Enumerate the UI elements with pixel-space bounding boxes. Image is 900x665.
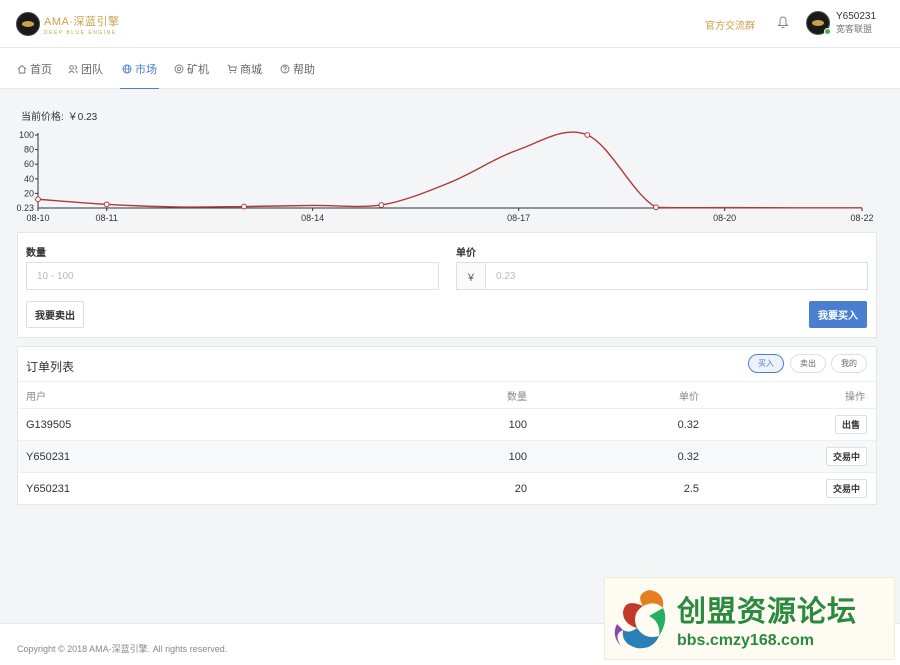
y-tick-label: 100 [19, 130, 34, 140]
unit-price-placeholder: 0.23 [496, 270, 516, 282]
globe-icon [122, 64, 132, 73]
currency-prefix: ￥ [456, 262, 486, 290]
brand-title: AMA·深蓝引擎 [44, 15, 120, 28]
data-point[interactable] [378, 202, 385, 208]
user-menu[interactable]: Y650231 宽客联盟 [806, 11, 876, 35]
brand-subtitle: DEEP BLUE ENGINE [44, 29, 117, 36]
bell-icon[interactable] [777, 16, 789, 29]
main-nav: 首页 团队 市场 矿机 商城 帮助 [0, 48, 900, 89]
order-list-title: 订单列表 [26, 360, 75, 374]
buy-button[interactable]: 我要买入 [809, 301, 867, 328]
order-list-panel: 订单列表 买入 卖出 我的 用户 数量 单价 操作 G139505 100 0.… [17, 346, 877, 505]
nav-item-help[interactable]: 帮助 [280, 48, 315, 89]
nav-label-miner: 矿机 [187, 63, 209, 76]
row-action-button[interactable]: 交易中 [825, 479, 867, 498]
x-tick-label: 08-10 [26, 213, 49, 223]
row-user: Y650231 [26, 483, 71, 495]
y-min-label: 0.23 [16, 203, 34, 213]
price-chart: 100 80 60 40 20 0.2308-10 08-11 08-14 08-17 08-20… [16, 130, 873, 223]
column-action: 操作 [845, 391, 865, 403]
unit-price-input[interactable]: 0.23 [485, 262, 868, 290]
nav-label-market: 市场 [135, 63, 157, 76]
trade-panel: 数量 10 - 100 单价 ￥ 0.23 我要卖出 我要买入 [17, 232, 877, 338]
filter-buy-tab[interactable]: 买入 [748, 354, 784, 373]
x-tick-label: 08-11 [95, 213, 117, 223]
forum-watermark: 创盟资源论坛 bbs.cmzy168.com [604, 577, 895, 660]
brand-logo[interactable]: AMA·深蓝引擎 DEEP BLUE ENGINE [16, 10, 120, 38]
row-action-button[interactable]: 交易中 [825, 447, 867, 466]
y-tick-label: 60 [24, 159, 34, 169]
price-series-line [37, 131, 863, 209]
row-user: G139505 [26, 418, 72, 431]
quantity-label: 数量 [26, 248, 46, 259]
top-bar: AMA·深蓝引擎 DEEP BLUE ENGINE 官方交流群 Y650231 … [0, 0, 900, 48]
nav-item-team[interactable]: 团队 [68, 48, 103, 89]
watermark-url: bbs.cmzy168.com [677, 631, 814, 649]
filter-mine-tab[interactable]: 我的 [831, 354, 867, 373]
nav-label-team: 团队 [81, 63, 103, 76]
y-tick-label: 40 [24, 174, 34, 184]
nav-label-help: 帮助 [293, 63, 315, 76]
row-unit-price: 0.32 [677, 450, 699, 463]
data-point[interactable] [241, 203, 247, 210]
data-point[interactable] [35, 196, 41, 203]
y-tick-label: 20 [24, 188, 34, 198]
quantity-input[interactable]: 10 - 100 [26, 262, 439, 290]
current-price-value: ￥0.23 [67, 112, 98, 123]
help-icon [280, 64, 290, 73]
eagle-emblem-icon [16, 12, 40, 36]
online-status-icon [824, 28, 831, 35]
row-action-button[interactable]: 出售 [834, 415, 867, 434]
watermark-title: 创盟资源论坛 [677, 595, 858, 628]
forum-logo-icon [614, 589, 666, 648]
user-name: Y650231 [836, 11, 877, 22]
current-price-label: 当前价格: [21, 112, 64, 123]
y-tick-label: 80 [24, 145, 34, 155]
filter-sell-tab[interactable]: 卖出 [790, 354, 826, 373]
copyright-text: Copyright © 2018 AMA-深蓝引擎. All rights re… [17, 644, 228, 654]
x-tick-label: 08-14 [301, 213, 324, 223]
row-quantity: 100 [508, 450, 527, 463]
data-point[interactable] [653, 204, 659, 211]
nav-label-shop: 商城 [240, 63, 262, 76]
row-unit-price: 0.32 [677, 418, 699, 431]
official-group-link[interactable]: 官方交流群 [705, 17, 755, 32]
quantity-placeholder: 10 - 100 [37, 270, 74, 282]
order-table-header: 用户 数量 单价 操作 [18, 381, 876, 409]
row-quantity: 100 [508, 418, 527, 431]
nav-item-miner[interactable]: 矿机 [174, 48, 209, 89]
current-price: 当前价格: ￥0.23 [21, 108, 97, 123]
column-quantity: 数量 [507, 391, 527, 403]
x-tick-label: 08-17 [507, 213, 530, 223]
nav-item-shop[interactable]: 商城 [227, 48, 262, 89]
nav-item-home[interactable]: 首页 [17, 48, 52, 89]
row-unit-price: 2.5 [683, 483, 699, 495]
data-point[interactable] [103, 201, 110, 208]
row-user: Y650231 [26, 450, 71, 463]
nav-label-home: 首页 [30, 63, 52, 76]
table-row: Y650231 20 2.5 交易中 [18, 473, 876, 505]
column-user: 用户 [26, 391, 46, 403]
user-role: 宽客联盟 [836, 24, 873, 34]
data-point[interactable] [584, 132, 591, 138]
table-row: G139505 100 0.32 出售 [18, 409, 876, 441]
team-icon [68, 64, 78, 73]
avatar [806, 11, 831, 35]
x-tick-label: 08-22 [850, 213, 873, 223]
miner-icon [174, 64, 184, 73]
table-row: Y650231 100 0.32 交易中 [18, 441, 876, 473]
unit-price-label: 单价 [456, 248, 476, 259]
sell-button[interactable]: 我要卖出 [26, 301, 84, 328]
cart-icon [227, 64, 237, 73]
nav-item-market[interactable]: 市场 [120, 48, 159, 89]
x-tick-label: 08-20 [713, 213, 736, 223]
home-icon [17, 64, 27, 73]
row-quantity: 20 [514, 483, 527, 495]
column-unit-price: 单价 [679, 391, 699, 403]
